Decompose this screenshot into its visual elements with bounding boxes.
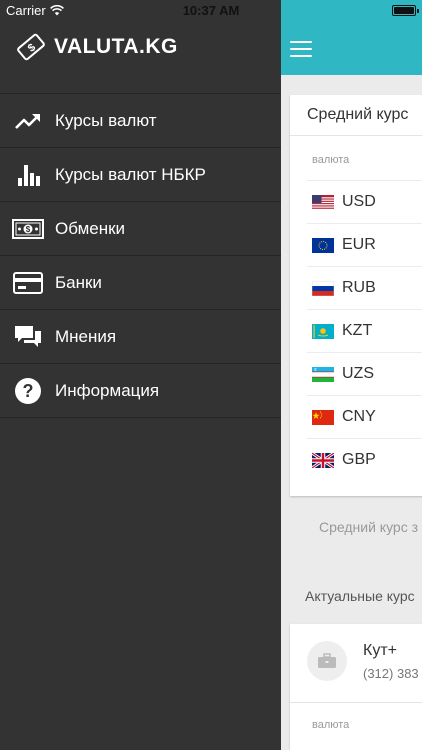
- currency-row-rub[interactable]: RUB: [307, 266, 422, 309]
- chat-icon: [12, 323, 44, 351]
- status-bar: Carrier 10:37 AM: [0, 0, 422, 22]
- menu-item-label: Курсы валют: [55, 110, 157, 130]
- ru-flag-icon: [312, 280, 334, 296]
- menu-item-opinions[interactable]: Мнения: [0, 310, 281, 364]
- currency-code: CNY: [342, 408, 376, 425]
- exchanger-phone[interactable]: (312) 383: [363, 666, 419, 681]
- gb-flag-icon: [312, 452, 334, 468]
- menu-item-label: Информация: [55, 380, 160, 400]
- hamburger-menu-button[interactable]: [290, 41, 312, 57]
- currency-row-usd[interactable]: USD: [307, 180, 422, 223]
- exchanger-name: Кут+: [363, 642, 397, 659]
- logo-text: VALUTA.KG: [54, 35, 178, 58]
- exchanger-card[interactable]: Кут+ (312) 383 валюта: [290, 624, 422, 750]
- menu-item-label: Курсы валют НБКР: [55, 164, 206, 184]
- kz-flag-icon: [312, 323, 334, 339]
- currency-row-gbp[interactable]: GBP: [307, 438, 422, 481]
- cn-flag-icon: [312, 409, 334, 425]
- currency-code: UZS: [342, 365, 374, 382]
- card-title: Средний курс: [307, 106, 409, 123]
- svg-text:?: ?: [23, 381, 34, 401]
- currency-code: KZT: [342, 322, 373, 339]
- status-time: 10:37 AM: [182, 3, 240, 18]
- currency-code: RUB: [342, 279, 376, 296]
- drawer-menu: Курсы валют Курсы валют НБКР $ Обменки Б…: [0, 93, 281, 418]
- banknote-icon: $: [12, 215, 44, 243]
- us-flag-icon: [312, 194, 334, 210]
- svg-text:$: $: [26, 225, 31, 234]
- help-icon: ?: [12, 377, 44, 405]
- section-title-current-rates: Актуальные курс: [305, 588, 415, 604]
- uz-flag-icon: [312, 366, 334, 382]
- main-content[interactable]: Средний курс валюта USD EUR RUB KZT UZS …: [281, 0, 422, 750]
- battery-icon: [392, 5, 419, 16]
- currency-row-eur[interactable]: EUR: [307, 223, 422, 266]
- app-logo: $ VALUTA.KG: [16, 32, 178, 62]
- currency-row-kzt[interactable]: KZT: [307, 309, 422, 352]
- currency-row-uzs[interactable]: UZS: [307, 352, 422, 395]
- trending-up-icon: [12, 107, 44, 135]
- money-logo-icon: $: [17, 33, 45, 61]
- divider: [290, 135, 422, 136]
- menu-item-exchangers[interactable]: $ Обменки: [0, 202, 281, 256]
- side-drawer: $ VALUTA.KG Курсы валют Курсы валют НБКР…: [0, 0, 281, 750]
- bar-chart-icon: [12, 161, 44, 189]
- menu-item-exchange-rates[interactable]: Курсы валют: [0, 94, 281, 148]
- currency-code: USD: [342, 193, 376, 210]
- eu-flag-icon: [312, 237, 334, 253]
- column-header-currency: валюта: [312, 719, 350, 731]
- currency-row-cny[interactable]: CNY: [307, 395, 422, 438]
- menu-item-information[interactable]: ? Информация: [0, 364, 281, 418]
- briefcase-icon: [307, 641, 347, 681]
- currency-code: GBP: [342, 451, 376, 468]
- menu-item-label: Мнения: [55, 326, 117, 346]
- average-rate-footnote: Средний курс з: [319, 519, 419, 535]
- average-rate-card: Средний курс валюта USD EUR RUB KZT UZS …: [290, 95, 422, 496]
- credit-card-icon: [12, 269, 44, 297]
- currency-list: USD EUR RUB KZT UZS CNY GBP: [290, 180, 422, 481]
- menu-item-nbkr-rates[interactable]: Курсы валют НБКР: [0, 148, 281, 202]
- divider: [290, 702, 422, 703]
- currency-code: EUR: [342, 236, 376, 253]
- column-header-currency: валюта: [312, 154, 350, 166]
- menu-item-label: Банки: [55, 272, 102, 292]
- menu-item-label: Обменки: [55, 218, 126, 238]
- menu-item-banks[interactable]: Банки: [0, 256, 281, 310]
